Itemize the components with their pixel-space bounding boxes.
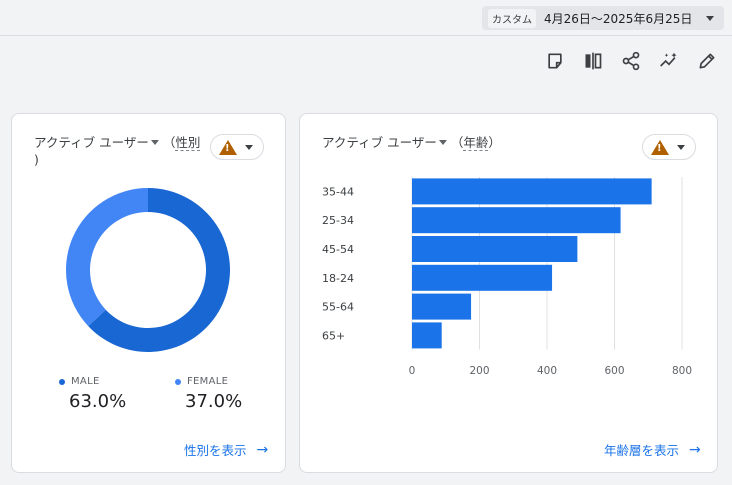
x-tick-label: 600 (604, 365, 624, 377)
bar-35-44[interactable] (412, 178, 652, 205)
legend-dot (175, 378, 181, 385)
x-tick-label: 800 (672, 365, 692, 377)
view-gender-link[interactable]: 性別を表示 → (184, 440, 268, 459)
metric-label: アクティブ ユーザー (34, 135, 149, 150)
metric-label: アクティブ ユーザー (322, 135, 437, 150)
x-tick-label: 400 (537, 365, 557, 377)
metric-dropdown-icon[interactable] (438, 140, 447, 145)
insights-icon[interactable] (658, 50, 680, 72)
date-range-picker[interactable]: カスタム 4月26日～2025年6月25日 (482, 6, 724, 30)
x-tick-label: 200 (469, 365, 489, 377)
legend-value: 37.0% (185, 391, 243, 412)
y-tick-label: 35-44 (322, 185, 354, 198)
date-range-text: 4月26日～2025年6月25日 (544, 11, 693, 26)
card-title: アクティブ ユーザー （性別) (34, 135, 201, 167)
chevron-down-icon (706, 16, 714, 21)
share-icon[interactable] (620, 50, 642, 72)
arrow-right-icon: → (256, 441, 269, 458)
view-age-link[interactable]: 年齢層を表示 → (604, 440, 701, 459)
legend-value: 63.0% (69, 391, 127, 412)
date-range-chip: カスタム (488, 8, 536, 28)
arrow-right-icon: → (689, 441, 701, 458)
warning-icon (219, 139, 237, 155)
bar-65+[interactable] (412, 322, 442, 349)
warning-dropdown-button[interactable] (210, 134, 264, 160)
chevron-down-icon (245, 145, 253, 150)
compare-icon[interactable] (582, 50, 604, 72)
link-label: 性別を表示 (184, 443, 247, 458)
note-icon[interactable] (544, 50, 566, 72)
bar-55-64[interactable] (412, 293, 472, 320)
legend-female: FEMALE 37.0% (175, 376, 242, 412)
warning-icon (651, 139, 669, 155)
link-label: 年齢層を表示 (604, 443, 680, 458)
close-paren: ) (34, 152, 39, 167)
legend-label: FEMALE (187, 376, 229, 387)
chevron-down-icon (677, 145, 685, 150)
y-tick-label: 25-34 (322, 214, 354, 227)
metric-dropdown-icon[interactable] (150, 140, 159, 145)
age-bar-chart: 0 200 400 600 800 35-44 25-34 45-54 18-24 55-64 65… (322, 177, 692, 377)
y-tick-label: 65+ (322, 329, 345, 342)
bar-45-54[interactable] (412, 236, 578, 262)
legend-dot (59, 378, 65, 385)
y-tick-label: 45-54 (322, 243, 354, 256)
report-toolbar (544, 50, 718, 72)
legend-label: MALE (71, 376, 100, 387)
gender-donut-chart (66, 188, 231, 352)
warning-dropdown-button[interactable] (642, 134, 696, 160)
legend-male: MALE 63.0% (59, 376, 126, 412)
bar-25-34[interactable] (412, 207, 621, 234)
top-bar: カスタム 4月26日～2025年6月25日 (0, 0, 732, 36)
card-title: アクティブ ユーザー （年齢） (322, 135, 501, 151)
y-tick-label: 18-24 (322, 272, 354, 285)
y-tick-label: 55-64 (322, 301, 354, 314)
gender-card: アクティブ ユーザー（性別) MALE 63.0% FEMALE 37.0% 性… (11, 113, 286, 473)
dimension-label[interactable]: 年齢 (463, 135, 489, 151)
edit-icon[interactable] (696, 50, 718, 72)
age-card: アクティブ ユーザー（年齢） 0 200 400 600 800 35-44 25-34 45… (299, 113, 718, 473)
donut-slice-female[interactable] (66, 188, 148, 327)
x-tick-label: 0 (409, 365, 416, 377)
bar-18-24[interactable] (412, 264, 553, 291)
dimension-label[interactable]: 性別 (175, 135, 201, 151)
